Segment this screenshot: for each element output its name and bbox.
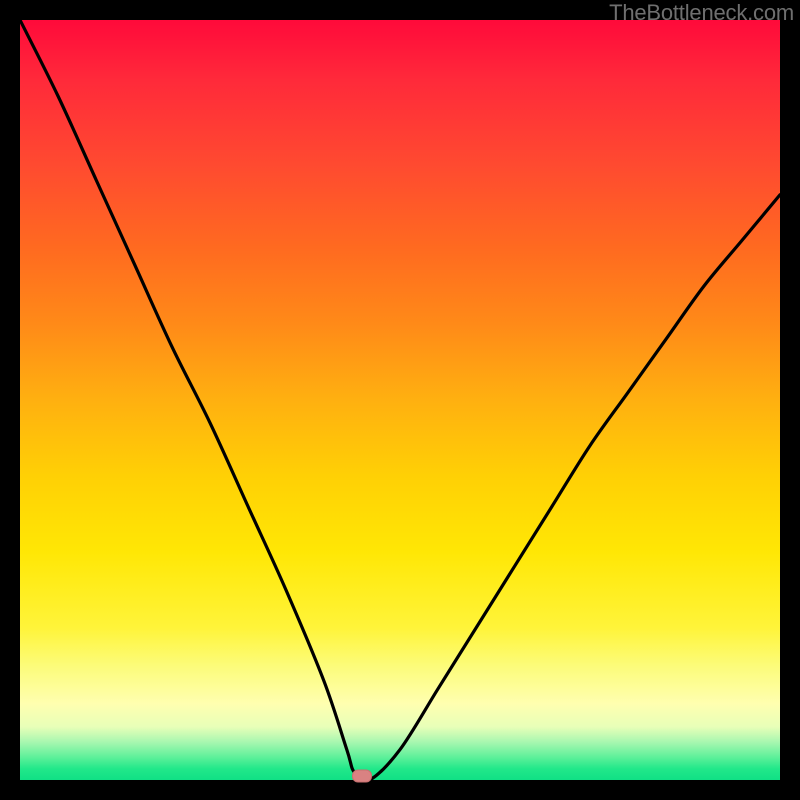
chart-frame: TheBottleneck.com xyxy=(0,0,800,800)
plot-area xyxy=(20,20,780,780)
bottleneck-curve xyxy=(20,20,780,780)
optimum-marker xyxy=(352,770,372,783)
